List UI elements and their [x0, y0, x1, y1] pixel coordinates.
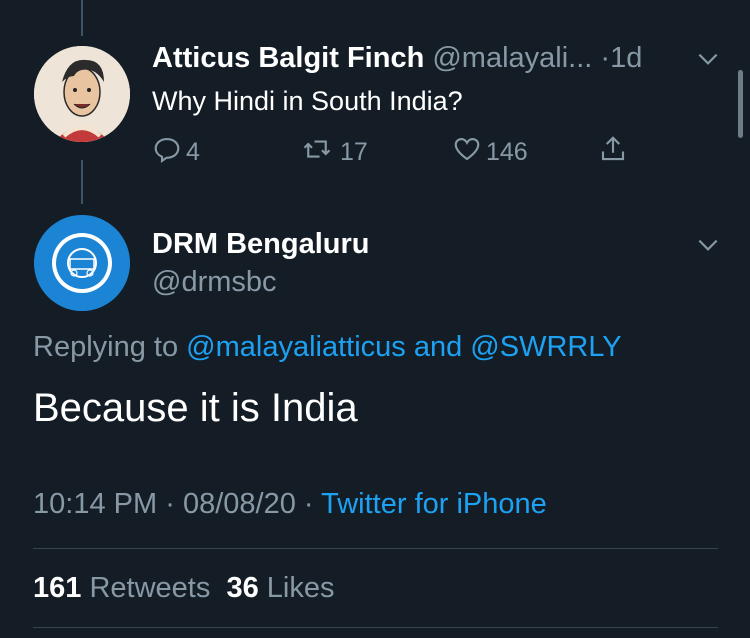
replying-prefix: Replying to — [33, 331, 179, 363]
thread-line-mid — [81, 160, 83, 204]
tweet2-dot-2: · — [303, 488, 314, 520]
tweet1-age[interactable]: 1d — [610, 42, 642, 74]
divider-bottom — [33, 627, 718, 628]
tweet1-text: Why Hindi in South India? — [152, 86, 463, 116]
retweet-icon — [298, 134, 336, 171]
divider — [33, 548, 718, 549]
tweet2-author-name[interactable]: DRM Bengaluru — [152, 228, 370, 261]
share-button[interactable] — [598, 134, 628, 171]
tweet2-date[interactable]: 08/08/20 — [183, 488, 296, 520]
tweet1-author-handle[interactable]: @malayali... — [432, 42, 592, 74]
like-button[interactable]: 146 — [452, 134, 528, 171]
replying-user-link-2[interactable]: @SWRRLY — [470, 331, 621, 363]
tweet2-text: Because it is India — [33, 386, 358, 430]
reply-button[interactable]: 4 — [152, 134, 200, 171]
retweet-count: 17 — [340, 138, 368, 166]
share-icon — [598, 134, 628, 171]
reply-icon — [152, 134, 182, 171]
tweet2-stats: 161 Retweets 36 Likes — [33, 572, 335, 605]
tweet2-time[interactable]: 10:14 PM — [33, 488, 157, 520]
tweet1-separator: · — [600, 42, 611, 74]
tweet2-source-link[interactable]: Twitter for iPhone — [321, 488, 547, 520]
tweet1-chevron-down-icon[interactable] — [695, 46, 721, 72]
replying-to: Replying to @malayaliatticus and @SWRRLY — [33, 331, 622, 364]
tweet1-header: Atticus Balgit Finch @malayali... ·1d — [152, 42, 642, 75]
heart-icon — [452, 134, 482, 171]
retweets-label[interactable]: Retweets — [89, 572, 210, 604]
replying-user-link-1[interactable]: @malayaliatticus — [186, 331, 406, 363]
avatar-atticus[interactable] — [34, 46, 130, 142]
likes-label[interactable]: Likes — [267, 572, 335, 604]
tweet1-actions: 4 17 146 — [152, 134, 642, 170]
retweet-button[interactable]: 17 — [298, 134, 368, 171]
thread-line-top — [81, 0, 83, 36]
tweet2-dot-1: · — [165, 488, 175, 520]
tweet2-author-handle[interactable]: @drmsbc — [152, 266, 277, 299]
likes-count[interactable]: 36 — [226, 572, 258, 604]
avatar-drm-bengaluru[interactable] — [34, 215, 130, 311]
scrollbar[interactable] — [738, 70, 743, 138]
reply-count: 4 — [186, 138, 200, 166]
tweet1-author-name[interactable]: Atticus Balgit Finch — [152, 42, 424, 74]
tweet2-meta: 10:14 PM · 08/08/20 · Twitter for iPhone — [33, 488, 547, 521]
replying-and: and — [413, 331, 463, 363]
tweet2-chevron-down-icon[interactable] — [695, 232, 721, 258]
like-count: 146 — [486, 138, 528, 166]
retweets-count[interactable]: 161 — [33, 572, 81, 604]
